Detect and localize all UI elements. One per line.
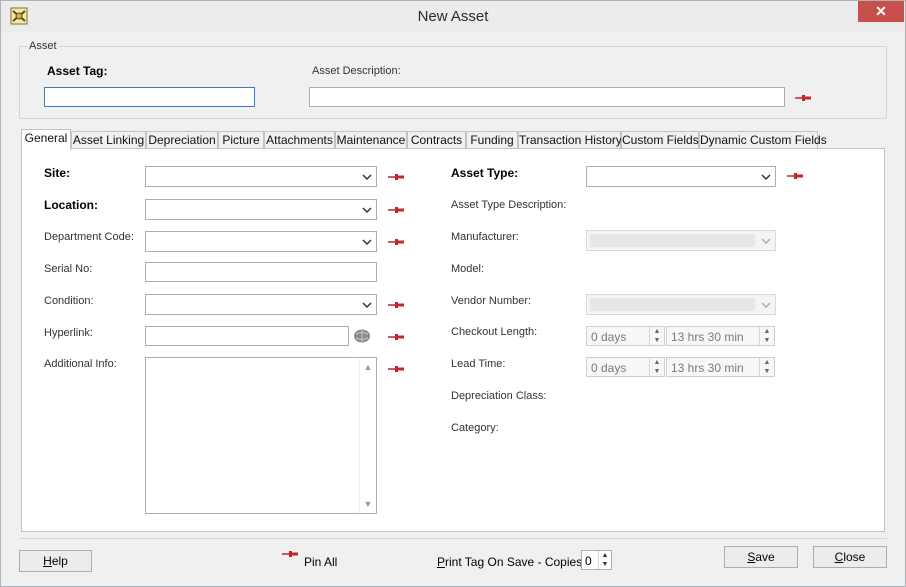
asset-description-label: Asset Description: <box>312 65 401 77</box>
copies-value: 0 <box>585 554 592 568</box>
print-tag-label: Print Tag On Save - Copies: <box>437 555 586 569</box>
tab-attachments[interactable]: Attachments <box>264 131 335 149</box>
chevron-down-icon <box>362 207 372 214</box>
spinner-arrows-icon: ▲ ▼ <box>649 327 664 345</box>
footer-separator <box>19 538 887 539</box>
asset-type-description-label: Asset Type Description: <box>451 199 567 211</box>
department-code-label: Department Code: <box>44 231 134 243</box>
window-close-button[interactable]: ✕ <box>858 1 904 22</box>
tab-funding[interactable]: Funding <box>466 131 518 149</box>
close-button[interactable]: Close <box>813 546 887 568</box>
vendor-number-label: Vendor Number: <box>451 295 532 307</box>
model-label: Model: <box>451 263 485 275</box>
new-asset-window: New Asset ✕ Asset Asset Tag: Asset Descr… <box>0 0 906 587</box>
vertical-scrollbar[interactable]: ▲ ▼ <box>359 358 376 513</box>
pushpin-icon[interactable] <box>795 94 811 102</box>
checkout-length-label: Checkout Length: <box>451 326 538 338</box>
asset-tag-input[interactable] <box>44 87 255 107</box>
lead-time-spinner: 13 hrs 30 min ▲ ▼ <box>666 357 775 377</box>
globe-icon[interactable] <box>353 328 371 344</box>
pushpin-icon[interactable] <box>787 172 803 180</box>
lead-time-value: 13 hrs 30 min <box>671 361 744 375</box>
tab-custom-fields[interactable]: Custom Fields <box>621 131 699 149</box>
lead-time-label: Lead Time: <box>451 358 506 370</box>
lead-days-value: 0 days <box>591 361 627 375</box>
scroll-up-icon[interactable]: ▲ <box>360 362 376 372</box>
window-title: New Asset <box>417 8 489 25</box>
save-button[interactable]: Save <box>724 546 798 568</box>
chevron-down-icon <box>761 302 771 309</box>
asset-group-title: Asset <box>27 40 59 52</box>
tab-contracts[interactable]: Contracts <box>407 131 466 149</box>
checkout-time-spinner: 13 hrs 30 min ▲ ▼ <box>666 326 775 346</box>
spinner-arrows-icon[interactable]: ▲ ▼ <box>598 551 611 569</box>
tab-dynamic-custom-fields[interactable]: Dynamic Custom Fields <box>699 131 827 149</box>
checkout-days-spinner: 0 days ▲ ▼ <box>586 326 665 346</box>
hyperlink-label: Hyperlink: <box>44 327 93 339</box>
scroll-down-icon[interactable]: ▼ <box>360 499 376 509</box>
manufacturer-combo <box>586 230 776 251</box>
tab-general[interactable]: General <box>21 129 71 150</box>
checkout-days-value: 0 days <box>591 330 627 344</box>
asset-type-combo[interactable] <box>586 166 776 187</box>
category-label: Category: <box>451 422 499 434</box>
department-code-combo[interactable] <box>145 231 377 252</box>
additional-info-textarea[interactable]: ▲ ▼ <box>145 357 377 514</box>
checkout-time-value: 13 hrs 30 min <box>671 330 744 344</box>
site-label: Site: <box>44 166 71 180</box>
pushpin-icon[interactable] <box>388 173 404 181</box>
pushpin-icon[interactable] <box>388 333 404 341</box>
site-combo[interactable] <box>145 166 377 187</box>
chevron-down-icon <box>761 174 771 181</box>
title-bar: New Asset ✕ <box>1 1 905 32</box>
combo-fill <box>590 298 755 311</box>
tab-picture[interactable]: Picture <box>218 131 264 149</box>
pushpin-icon[interactable] <box>388 206 404 214</box>
additional-info-label: Additional Info: <box>44 358 117 370</box>
chevron-down-icon <box>362 239 372 246</box>
help-button[interactable]: Help <box>19 550 92 572</box>
hyperlink-input[interactable] <box>145 326 349 346</box>
spinner-arrows-icon: ▲ ▼ <box>649 358 664 376</box>
manufacturer-label: Manufacturer: <box>451 231 519 243</box>
chevron-down-icon <box>362 302 372 309</box>
lead-days-spinner: 0 days ▲ ▼ <box>586 357 665 377</box>
asset-description-input[interactable] <box>309 87 785 107</box>
pin-all-label[interactable]: Pin All <box>304 555 337 569</box>
location-label: Location: <box>44 198 98 212</box>
chevron-down-icon <box>362 174 372 181</box>
tab-asset-linking[interactable]: Asset Linking <box>71 131 146 149</box>
pushpin-icon[interactable] <box>282 550 298 558</box>
location-combo[interactable] <box>145 199 377 220</box>
pushpin-icon[interactable] <box>388 238 404 246</box>
tab-transaction-history[interactable]: Transaction History <box>518 131 622 149</box>
spinner-arrows-icon: ▲ ▼ <box>759 327 774 345</box>
condition-label: Condition: <box>44 295 94 307</box>
tab-depreciation[interactable]: Depreciation <box>146 131 218 149</box>
condition-combo[interactable] <box>145 294 377 315</box>
pushpin-icon[interactable] <box>388 301 404 309</box>
asset-groupbox <box>19 46 887 119</box>
spinner-arrows-icon: ▲ ▼ <box>759 358 774 376</box>
depreciation-class-label: Depreciation Class: <box>451 390 547 402</box>
serial-no-label: Serial No: <box>44 263 93 275</box>
chevron-down-icon <box>761 238 771 245</box>
tab-maintenance[interactable]: Maintenance <box>335 131 407 149</box>
asset-type-label: Asset Type: <box>451 166 519 180</box>
copies-spinner[interactable]: 0 ▲ ▼ <box>581 550 612 570</box>
vendor-number-combo <box>586 294 776 315</box>
combo-fill <box>590 234 755 247</box>
asset-tag-label: Asset Tag: <box>47 64 108 78</box>
pushpin-icon[interactable] <box>388 365 404 373</box>
serial-no-input[interactable] <box>145 262 377 282</box>
